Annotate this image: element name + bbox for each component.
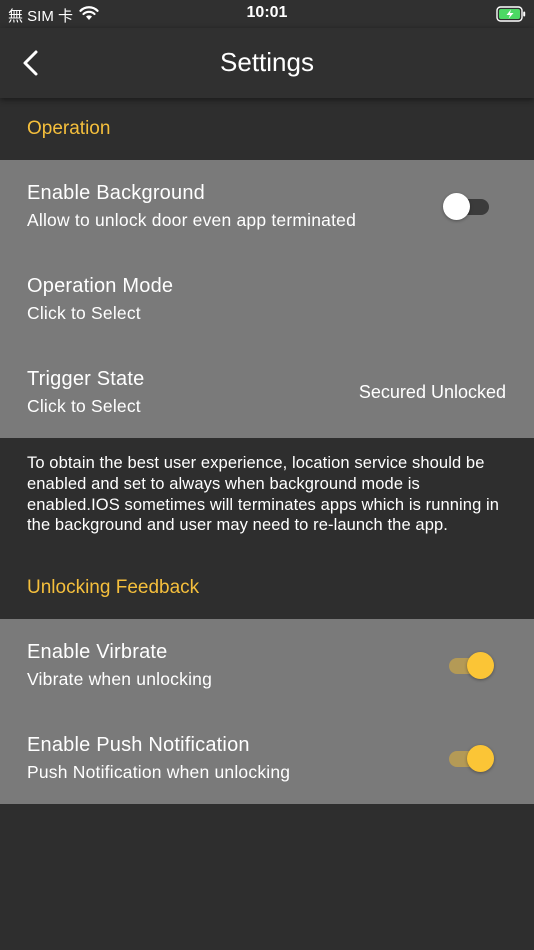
toggle-knob [467,652,494,679]
status-bar: 無 SIM 卡 10:01 [0,0,534,28]
row-value: Secured Unlocked [358,382,506,402]
enable-vibrate-toggle[interactable] [445,650,495,680]
row-title: Trigger State [27,368,145,390]
toggle-knob [443,193,470,220]
row-title: Enable Background [27,182,205,204]
row-title: Operation Mode [27,275,174,297]
row-subtitle: Click to Select [27,303,141,323]
background-mode-info: To obtain the best user experience, loca… [27,454,500,535]
feedback-group: Enable Virbrate Vibrate when unlocking E… [0,619,534,804]
enable-background-toggle[interactable] [443,191,493,221]
row-subtitle: Allow to unlock door even app terminated [27,210,357,230]
row-enable-background[interactable]: Enable Background Allow to unlock door e… [0,160,534,253]
row-trigger-state[interactable]: Trigger State Click to Select Secured Un… [0,346,534,439]
row-title: Enable Virbrate [27,641,168,663]
row-title: Enable Push Notification [27,734,250,756]
toggle-knob [467,745,494,772]
section-header-unlocking-feedback: Unlocking Feedback [27,577,200,598]
status-time: 10:01 [246,4,288,21]
row-subtitle: Push Notification when unlocking [27,762,291,782]
operation-group: Enable Background Allow to unlock door e… [0,160,534,438]
page-title: Settings [220,47,314,77]
row-subtitle: Click to Select [27,396,141,416]
navigation-bar: Settings [0,28,534,98]
enable-push-notification-toggle[interactable] [445,743,495,773]
section-header-operation: Operation [27,118,111,139]
row-enable-push-notification[interactable]: Enable Push Notification Push Notificati… [0,712,534,805]
row-subtitle: Vibrate when unlocking [27,669,213,689]
row-operation-mode[interactable]: Operation Mode Click to Select [0,253,534,346]
row-enable-vibrate[interactable]: Enable Virbrate Vibrate when unlocking [0,619,534,712]
battery-icon [496,6,526,27]
